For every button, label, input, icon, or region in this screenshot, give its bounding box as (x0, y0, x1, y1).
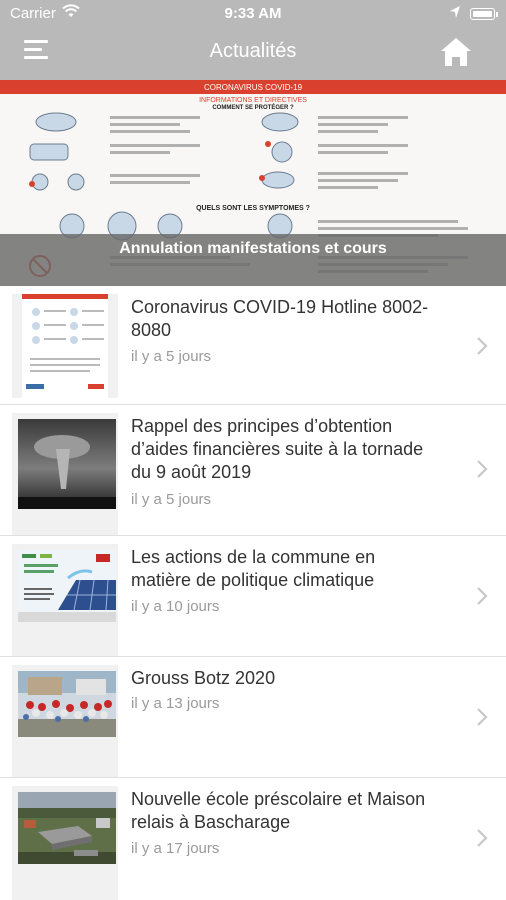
news-thumbnail (12, 786, 118, 900)
poster-heading-2: INFORMATIONS ET DIRECTIVES (199, 97, 307, 104)
news-title: Coronavirus COVID-19 Hotline 8002-8080 (131, 297, 429, 340)
news-title: Nouvelle école préscolaire et Maison rel… (131, 789, 426, 832)
news-item[interactable]: Grouss Botz 2020 il y a 13 jours (0, 657, 506, 778)
news-date: il y a 17 jours (131, 840, 220, 857)
clock: 9:33 AM (224, 5, 282, 22)
news-thumbnail (12, 413, 118, 535)
news-date: il y a 13 jours (131, 695, 220, 712)
page-title: Actualités (209, 40, 297, 62)
poster-heading-1: CORONAVIRUS COVID-19 (204, 83, 303, 92)
news-item[interactable]: Rappel des principes d’obtention d’aides… (0, 405, 506, 536)
group-photo-thumbnail (18, 671, 116, 737)
tornado-photo-thumbnail (18, 419, 116, 509)
covid-poster-thumbnail (22, 294, 108, 398)
top-bar: Carrier 9:33 AM Actualités (0, 0, 506, 80)
aerial-school-photo-thumbnail (18, 792, 116, 864)
news-title: Rappel des principes d’obtention d’aides… (131, 416, 424, 482)
news-item[interactable]: Coronavirus COVID-19 Hotline 8002-8080 i… (0, 286, 506, 405)
news-item[interactable]: Les actions de la commune en matière de … (0, 536, 506, 657)
chevron-right-icon (477, 587, 488, 605)
poster-section-1: COMMENT SE PROTÉGER ? (212, 103, 294, 111)
chevron-right-icon (477, 708, 488, 726)
chevron-right-icon (477, 460, 488, 478)
banner-caption: Annulation manifestations et cours (119, 240, 387, 257)
news-thumbnail (12, 544, 118, 656)
battery-tip (496, 12, 498, 17)
battery-icon (470, 8, 495, 20)
news-item[interactable]: Nouvelle école préscolaire et Maison rel… (0, 778, 506, 900)
news-title: Grouss Botz 2020 (131, 668, 276, 688)
chevron-right-icon (477, 337, 488, 355)
news-date: il y a 5 jours (131, 491, 212, 508)
climate-policy-thumbnail (18, 550, 116, 622)
location-arrow-icon (450, 6, 460, 18)
featured-news-banner[interactable]: CORONAVIRUS COVID-19 INFORMATIONS ET DIR… (0, 80, 506, 286)
home-icon[interactable] (439, 36, 473, 68)
status-bar: Carrier 9:33 AM (0, 0, 506, 28)
news-date: il y a 5 jours (131, 348, 212, 365)
news-title: Les actions de la commune en matière de … (131, 547, 376, 590)
news-thumbnail (12, 294, 118, 398)
poster-section-2: QUELS SONT LES SYMPTOMES ? (196, 205, 310, 212)
news-thumbnail (12, 665, 118, 777)
news-date: il y a 10 jours (131, 598, 220, 615)
chevron-right-icon (477, 829, 488, 847)
